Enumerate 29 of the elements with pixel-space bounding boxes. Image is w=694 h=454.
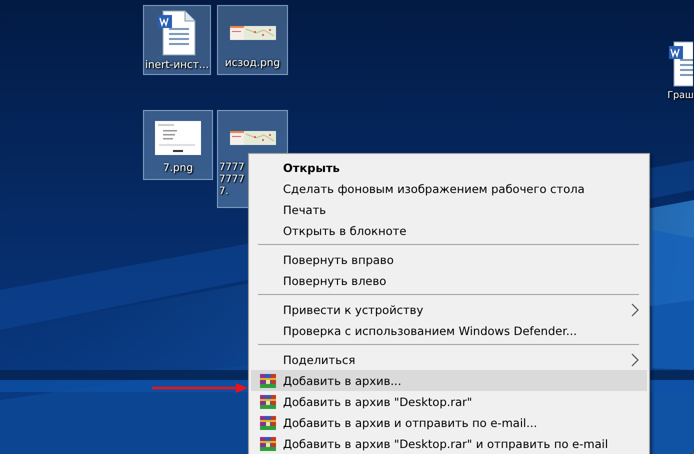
image-thumbnail-icon (230, 131, 276, 145)
icon-label: 7.png (162, 162, 193, 174)
menu-item[interactable]: Повернуть влево (251, 270, 647, 291)
archive-books-icon (260, 394, 276, 410)
menu-item[interactable]: Открыть в блокноте (251, 220, 647, 241)
menu-item[interactable]: Добавить в архив... (251, 370, 647, 391)
icon-label: 7777 7777 7. (219, 162, 246, 198)
menu-item[interactable]: Добавить в архив "Desktop.rar" и отправить по e-mail (251, 433, 647, 454)
menu-item[interactable]: Проверка с использованием Windows Defender... (251, 320, 647, 341)
menu-item[interactable]: Поделиться (251, 349, 647, 370)
word-document-icon (157, 10, 197, 56)
word-document-icon (668, 41, 693, 87)
desktop-icon[interactable]: 7.png (143, 110, 213, 180)
archive-books-icon (260, 414, 276, 430)
icon-label: inert-инст... (145, 59, 209, 71)
chevron-right-icon (631, 302, 639, 316)
menu-item[interactable]: Привести к устройству (251, 299, 647, 320)
desktop-icon[interactable]: inert-инст... (143, 5, 211, 75)
archive-books-icon (260, 372, 276, 388)
chevron-right-icon (631, 352, 639, 366)
menu-item[interactable]: Добавить в архив "Desktop.rar" (251, 391, 647, 412)
icon-label: Граш (667, 90, 694, 102)
desktop-icon[interactable]: исзод.png (217, 5, 288, 75)
screenshot-thumbnail-icon (155, 121, 201, 155)
menu-item[interactable]: Добавить в архив и отправить по e-mail... (251, 412, 647, 433)
archive-books-icon (260, 436, 276, 452)
icon-label: исзод.png (224, 57, 280, 69)
menu-item[interactable]: Повернуть вправо (251, 249, 647, 270)
image-thumbnail-icon (230, 26, 276, 40)
